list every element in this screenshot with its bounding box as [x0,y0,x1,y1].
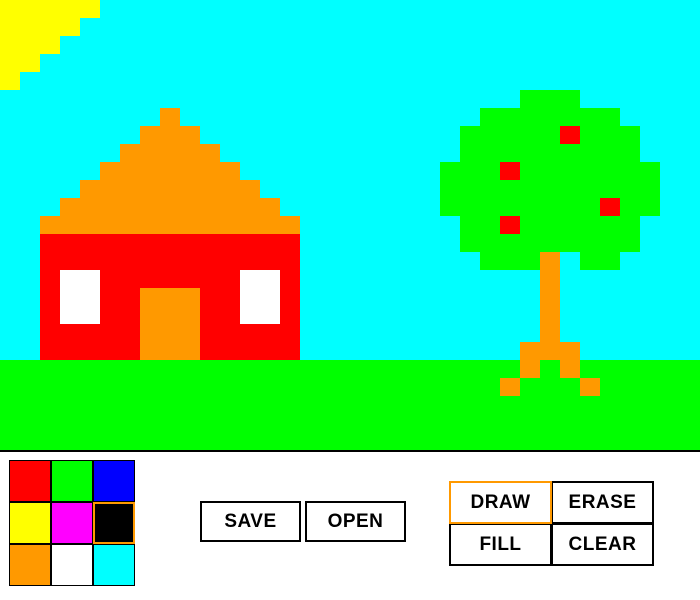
color-swatch[interactable] [51,502,93,544]
house-window-right [240,270,280,324]
grass [0,360,700,450]
clear-button[interactable]: CLEAR [551,523,654,566]
color-swatch[interactable] [93,502,135,544]
color-swatch[interactable] [9,502,51,544]
apple [600,198,620,216]
apple [560,126,580,144]
save-button[interactable]: SAVE [200,501,301,542]
color-swatch[interactable] [9,544,51,586]
apple [500,216,520,234]
erase-tool-button[interactable]: ERASE [551,481,654,524]
color-swatch[interactable] [93,460,135,502]
apple [500,162,520,180]
color-swatch[interactable] [93,544,135,586]
color-swatch[interactable] [9,460,51,502]
draw-tool-button[interactable]: DRAW [449,481,552,524]
color-palette [9,460,135,586]
drawing-canvas[interactable] [0,0,700,450]
open-button[interactable]: OPEN [305,501,406,542]
fill-tool-button[interactable]: FILL [449,523,552,566]
house-door [140,288,200,360]
color-swatch[interactable] [51,544,93,586]
toolbar: SAVE OPEN DRAW ERASE FILL CLEAR [0,450,700,600]
house-window-left [60,270,100,324]
color-swatch[interactable] [51,460,93,502]
